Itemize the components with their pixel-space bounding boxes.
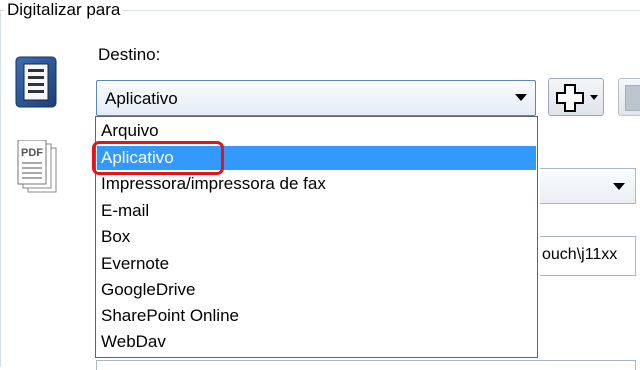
add-plus-icon xyxy=(556,84,584,112)
add-menu-arrow-icon xyxy=(590,95,598,100)
dropdown-option-box[interactable]: Box xyxy=(97,225,536,249)
settings-icon xyxy=(625,85,640,111)
pdf-document-icon: PDF xyxy=(14,139,60,196)
bottom-field[interactable] xyxy=(96,360,636,370)
add-destination-button[interactable] xyxy=(548,78,604,116)
dropdown-option-evernote[interactable]: Evernote xyxy=(97,252,536,276)
chevron-down-icon[interactable] xyxy=(515,94,527,101)
chevron-down-icon[interactable] xyxy=(613,183,625,190)
svg-text:PDF: PDF xyxy=(21,147,43,159)
destination-select[interactable]: Aplicativo xyxy=(96,80,536,116)
destination-path-text: ouch\j11xx xyxy=(542,246,618,263)
destination-path-field[interactable]: ouch\j11xx xyxy=(540,236,636,276)
groupbox-border-left xyxy=(0,10,1,367)
group-title: Digitalizar para xyxy=(4,0,124,20)
dropdown-option-email[interactable]: E-mail xyxy=(97,199,536,223)
dropdown-option-sharepoint[interactable]: SharePoint Online xyxy=(97,304,536,328)
file-format-select[interactable] xyxy=(540,168,636,204)
application-icon xyxy=(14,55,58,109)
destination-select-value: Aplicativo xyxy=(105,89,178,108)
destination-label: Destino: xyxy=(98,45,161,64)
dropdown-option-googledrive[interactable]: GoogleDrive xyxy=(97,278,536,302)
highlight-annotation xyxy=(92,141,224,175)
dropdown-option-arquivo[interactable]: Arquivo xyxy=(97,119,536,143)
settings-button[interactable] xyxy=(618,78,640,116)
dropdown-option-impressora[interactable]: Impressora/impressora de fax xyxy=(97,172,536,196)
dropdown-option-webdav[interactable]: WebDav xyxy=(97,330,536,354)
